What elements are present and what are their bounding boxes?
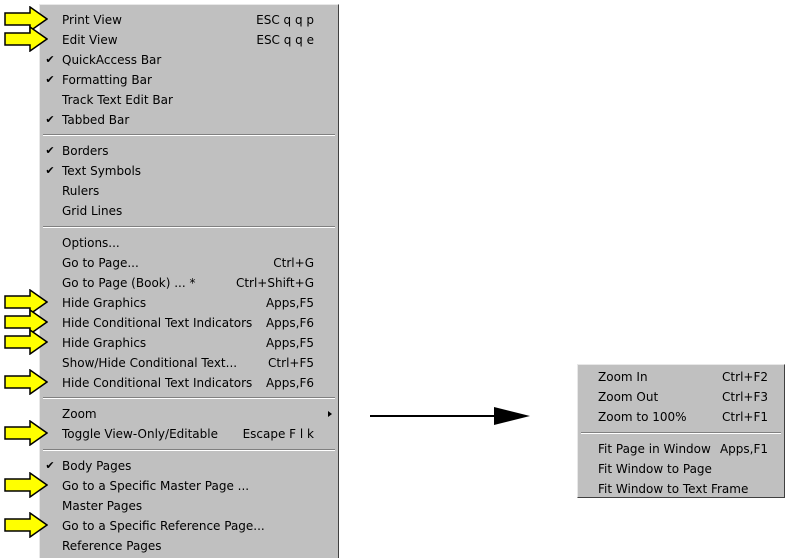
menu-item-label: Go to a Specific Reference Page... [62,519,265,533]
menu-item-grid-lines[interactable]: Grid Lines [40,201,338,221]
menu-item-hide-graphics[interactable]: Hide Graphics Apps,F5 [40,293,338,313]
menu-item-label: Master Pages [62,499,143,513]
menu-item-go-to-page-book[interactable]: Go to Page (Book) ... * Ctrl+Shift+G [40,273,338,293]
menu-item-label: Track Text Edit Bar [62,93,173,107]
menu-item-print-view[interactable]: Print View ESC q q p [40,10,338,30]
menu-item-label: Hide Graphics [62,296,147,310]
highlight-arrow-icon [4,369,48,395]
highlight-arrow-icon [4,472,48,498]
zoom-submenu: Zoom In Ctrl+F2 Zoom Out Ctrl+F3 Zoom to 100… [577,364,785,498]
highlight-arrow-icon [4,329,48,355]
menu-item-label: Rulers [62,184,100,198]
menu-item-zoom-in[interactable]: Zoom In Ctrl+F2 [578,367,784,387]
highlight-arrow-icon [4,26,48,52]
menu-item-label: Reference Pages [62,539,162,553]
highlight-arrow-icon [4,512,48,538]
checkmark-icon: ✔ [45,113,55,126]
menu-item-go-to-page[interactable]: Go to Page... Ctrl+G [40,253,338,273]
menu-separator [43,449,335,451]
menu-item-zoom[interactable]: Zoom [40,404,338,424]
checkmark-icon: ✔ [45,73,55,86]
checkmark-icon: ✔ [45,144,55,157]
menu-item-fit-window-to-page[interactable]: Fit Window to Page [578,459,784,479]
menu-item-shortcut: Ctrl+F1 [722,410,768,424]
connector-arrow-icon [370,407,530,425]
menu-separator [43,226,335,228]
menu-item-label: Hide Conditional Text Indicators [62,316,253,330]
menu-item-label: Tabbed Bar [62,113,130,127]
view-menu: Print View ESC q q p Edit View ESC q q e ✔ Qu… [39,4,339,558]
menu-item-label: Go to Page (Book) ... * [62,276,196,290]
menu-item-label: QuickAccess Bar [62,53,162,67]
checkmark-icon: ✔ [45,53,55,66]
menu-separator [43,134,335,136]
menu-item-text-symbols[interactable]: ✔ Text Symbols [40,161,338,181]
submenu-arrow-icon [328,411,332,417]
menu-item-label: Print View [62,13,122,27]
menu-separator [43,397,335,399]
menu-item-show-hide-conditional-text[interactable]: Show/Hide Conditional Text... Ctrl+F5 [40,353,338,373]
menu-item-label: Zoom to 100% [598,410,687,424]
menu-item-label: Go to Page... [62,256,139,270]
menu-item-shortcut: ESC q q e [256,33,314,47]
menu-item-label: Zoom In [598,370,648,384]
menu-item-shortcut: Ctrl+F2 [722,370,768,384]
menu-item-tabbed-bar[interactable]: ✔ Tabbed Bar [40,110,338,130]
menu-item-formatting-bar[interactable]: ✔ Formatting Bar [40,70,338,90]
menu-item-shortcut: Ctrl+F3 [722,390,768,404]
menu-item-shortcut: ESC q q p [256,13,314,27]
highlight-arrow-icon [4,420,48,446]
menu-item-track-text-edit-bar[interactable]: Track Text Edit Bar [40,90,338,110]
menu-item-shortcut: Ctrl+G [273,256,314,270]
menu-item-label: Go to a Specific Master Page ... [62,479,250,493]
menu-item-shortcut: Ctrl+Shift+G [235,276,314,290]
menu-item-borders[interactable]: ✔ Borders [40,141,338,161]
menu-item-reference-pages[interactable]: Reference Pages [40,536,338,556]
menu-item-label: Hide Conditional Text Indicators [62,376,253,390]
menu-item-label: Grid Lines [62,204,123,218]
menu-item-master-pages[interactable]: Master Pages [40,496,338,516]
menu-item-options[interactable]: Options... [40,233,338,253]
menu-item-label: Fit Window to Text Frame [598,482,749,496]
menu-item-shortcut: Apps,F6 [265,316,314,330]
checkmark-icon: ✔ [45,164,55,177]
menu-item-rulers[interactable]: Rulers [40,181,338,201]
menu-item-label: Fit Page in Window [598,442,711,456]
menu-item-label: Hide Graphics [62,336,147,350]
menu-item-shortcut: Apps,F5 [265,296,314,310]
menu-item-go-to-a-specific-master-page[interactable]: Go to a Specific Master Page ... [40,476,338,496]
menu-item-zoom-out[interactable]: Zoom Out Ctrl+F3 [578,387,784,407]
menu-item-shortcut: Ctrl+F5 [268,356,314,370]
menu-separator [581,432,781,434]
menu-item-shortcut: Apps,F1 [719,442,768,456]
menu-item-label: Options... [62,236,120,250]
menu-item-label: Edit View [62,33,118,47]
menu-item-body-pages[interactable]: ✔ Body Pages [40,456,338,476]
menu-item-label: Borders [62,144,109,158]
menu-item-fit-page-in-window[interactable]: Fit Page in Window Apps,F1 [578,439,784,459]
menu-item-shortcut: Apps,F6 [265,376,314,390]
menu-item-shortcut: Apps,F5 [265,336,314,350]
menu-item-label: Zoom [62,407,97,421]
menu-item-label: Toggle View-Only/Editable [62,427,218,441]
menu-item-quickaccess-bar[interactable]: ✔ QuickAccess Bar [40,50,338,70]
menu-item-label: Zoom Out [598,390,659,404]
menu-item-label: Show/Hide Conditional Text... [62,356,238,370]
menu-item-shortcut: Escape F l k [242,427,314,441]
menu-item-go-to-a-specific-reference-page[interactable]: Go to a Specific Reference Page... [40,516,338,536]
menu-item-hide-conditional-text-indicators[interactable]: Hide Conditional Text Indicators Apps,F6 [40,373,338,393]
menu-item-label: Formatting Bar [62,73,152,87]
menu-item-toggle-view-only-editable[interactable]: Toggle View-Only/Editable Escape F l k [40,424,338,444]
menu-item-zoom-to-100[interactable]: Zoom to 100% Ctrl+F1 [578,407,784,427]
menu-item-hide-graphics[interactable]: Hide Graphics Apps,F5 [40,333,338,353]
menu-item-hide-conditional-text-indicators[interactable]: Hide Conditional Text Indicators Apps,F6 [40,313,338,333]
menu-item-fit-window-to-text-frame[interactable]: Fit Window to Text Frame [578,479,784,499]
menu-item-label: Text Symbols [62,164,142,178]
menu-item-edit-view[interactable]: Edit View ESC q q e [40,30,338,50]
menu-item-label: Fit Window to Page [598,462,712,476]
menu-item-label: Body Pages [62,459,132,473]
